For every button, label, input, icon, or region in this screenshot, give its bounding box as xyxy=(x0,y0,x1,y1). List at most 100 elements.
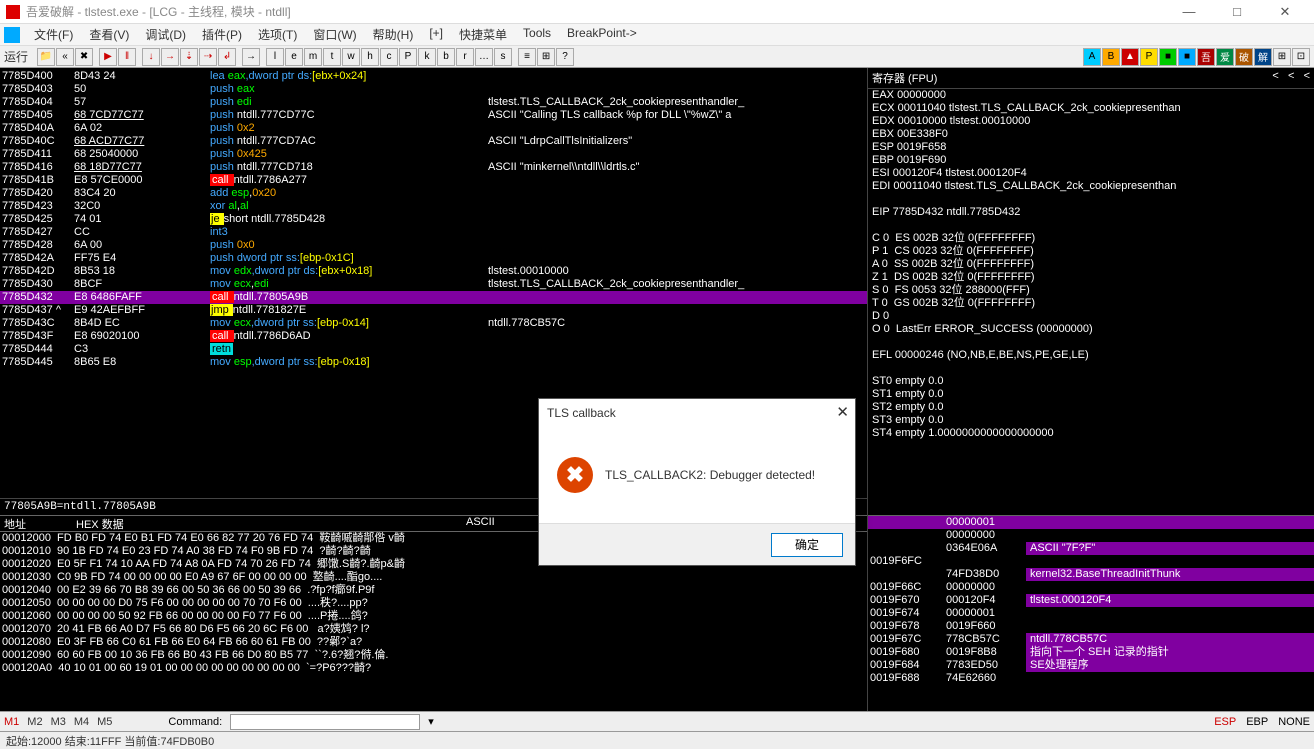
disasm-row[interactable]: 7785D432E8 6486FAFFcall ntdll.77805A9B xyxy=(0,291,867,304)
stack-row[interactable]: 0019F67400000001 xyxy=(868,607,1314,620)
menu-item[interactable]: 帮助(H) xyxy=(365,24,422,45)
hex-row[interactable]: 00012090 60 60 FB 00 10 36 FB 66 B0 43 F… xyxy=(0,649,867,662)
tool-h[interactable]: h xyxy=(361,48,379,66)
register-line[interactable]: ST3 empty 0.0 xyxy=(868,414,1314,427)
tool-p[interactable]: P xyxy=(399,48,417,66)
menu-item[interactable]: 选项(T) xyxy=(250,24,305,45)
tool-trace-over-icon[interactable]: ⇢ xyxy=(199,48,217,66)
stack-row[interactable]: 0019F6800019F8B8指向下一个 SEH 记录的指针 xyxy=(868,646,1314,659)
tool-step-over-icon[interactable]: → xyxy=(161,48,179,66)
tool-m[interactable]: m xyxy=(304,48,322,66)
tool-list-icon[interactable]: ≡ xyxy=(518,48,536,66)
register-line[interactable]: EDI 00011040 tlstest.TLS_CALLBACK_2ck_co… xyxy=(868,180,1314,193)
disasm-row[interactable]: 7785D41BE8 57CE0000call ntdll.7786A277 xyxy=(0,174,867,187)
hex-row[interactable]: 00012070 20 41 FB 66 A0 D7 F5 66 80 D6 F… xyxy=(0,623,867,636)
register-line[interactable]: EBX 00E338F0 xyxy=(868,128,1314,141)
stack-pane[interactable]: 00000001000000000364E06AASCII "7F?F"0019… xyxy=(868,515,1314,711)
disasm-row[interactable]: 7785D42574 01je short ntdll.7785D428 xyxy=(0,213,867,226)
dialog-ok-button[interactable]: 确定 xyxy=(771,533,843,557)
tool-dots[interactable]: … xyxy=(475,48,493,66)
tool-view-icon[interactable]: ⊞ xyxy=(537,48,555,66)
ext-e-icon[interactable]: ■ xyxy=(1159,48,1177,66)
ext-g-icon[interactable]: 吾 xyxy=(1197,48,1215,66)
tool-s[interactable]: s xyxy=(494,48,512,66)
disasm-row[interactable]: 7785D42D8B53 18mov edx,dword ptr ds:[ebx… xyxy=(0,265,867,278)
register-line[interactable]: ST2 empty 0.0 xyxy=(868,401,1314,414)
hex-row[interactable]: 00012080 E0 3F FB 66 C0 61 FB 66 E0 64 F… xyxy=(0,636,867,649)
ebp-label[interactable]: EBP xyxy=(1246,716,1268,728)
disasm-row[interactable]: 7785D42AFF75 E4push dword ptr ss:[ebp-0x… xyxy=(0,252,867,265)
menu-item[interactable]: 文件(F) xyxy=(26,24,81,45)
esp-label[interactable]: ESP xyxy=(1214,716,1236,728)
tool-l[interactable]: l xyxy=(266,48,284,66)
register-line[interactable] xyxy=(868,219,1314,232)
register-line[interactable]: ECX 00011040 tlstest.TLS_CALLBACK_2ck_co… xyxy=(868,102,1314,115)
menu-item[interactable]: 插件(P) xyxy=(194,24,250,45)
hex-row[interactable]: 00012030 C0 9B FD 74 00 00 00 00 E0 A9 6… xyxy=(0,571,867,584)
register-line[interactable]: A 0 SS 002B 32位 0(FFFFFFFF) xyxy=(868,258,1314,271)
stack-row[interactable]: 0019F6FC xyxy=(868,555,1314,568)
stack-row[interactable]: 0019F6780019F660 xyxy=(868,620,1314,633)
register-line[interactable]: EIP 7785D432 ntdll.7785D432 xyxy=(868,206,1314,219)
disasm-row[interactable]: 7785D40A6A 02push 0x2 xyxy=(0,122,867,135)
disasm-row[interactable]: 7785D444C3retn xyxy=(0,343,867,356)
none-label[interactable]: NONE xyxy=(1278,716,1310,728)
ext-f-icon[interactable]: ■ xyxy=(1178,48,1196,66)
m4-label[interactable]: M4 xyxy=(74,716,89,728)
tool-ret-icon[interactable]: ↲ xyxy=(218,48,236,66)
ext-j-icon[interactable]: 解 xyxy=(1254,48,1272,66)
registers-pane[interactable]: 寄存器 (FPU) < < < EAX 00000000ECX 00011040… xyxy=(868,68,1314,515)
disasm-row[interactable]: 7785D4458B65 E8mov esp,dword ptr ss:[ebp… xyxy=(0,356,867,369)
disasm-row[interactable]: 7785D40457push editlstest.TLS_CALLBACK_2… xyxy=(0,96,867,109)
register-line[interactable]: ST0 empty 0.0 xyxy=(868,375,1314,388)
tool-goto-icon[interactable]: → xyxy=(242,48,260,66)
ext-a-icon[interactable]: A xyxy=(1083,48,1101,66)
menu-item[interactable]: BreakPoint-> xyxy=(559,24,645,45)
menu-item[interactable]: 查看(V) xyxy=(81,24,137,45)
register-line[interactable]: T 0 GS 002B 32位 0(FFFFFFFF) xyxy=(868,297,1314,310)
disasm-row[interactable]: 7785D4008D43 24lea eax,dword ptr ds:[ebx… xyxy=(0,70,867,83)
tool-e[interactable]: e xyxy=(285,48,303,66)
register-line[interactable] xyxy=(868,193,1314,206)
register-line[interactable]: ESI 000120F4 tlstest.000120F4 xyxy=(868,167,1314,180)
ext-b-icon[interactable]: B xyxy=(1102,48,1120,66)
menu-item[interactable]: 快捷菜单 xyxy=(451,24,515,45)
tool-k[interactable]: k xyxy=(418,48,436,66)
command-input[interactable] xyxy=(230,714,420,730)
menu-item[interactable]: 调试(D) xyxy=(137,24,194,45)
menu-item[interactable]: [+] xyxy=(421,24,451,45)
tool-trace-into-icon[interactable]: ⇣ xyxy=(180,48,198,66)
stack-row[interactable]: 74FD38D0kernel32.BaseThreadInitThunk xyxy=(868,568,1314,581)
m2-label[interactable]: M2 xyxy=(27,716,42,728)
menu-item[interactable]: Tools xyxy=(515,24,559,45)
tool-stop-icon[interactable]: ✖ xyxy=(75,48,93,66)
ext-k-icon[interactable]: ⊞ xyxy=(1273,48,1291,66)
register-line[interactable]: C 0 ES 002B 32位 0(FFFFFFFF) xyxy=(868,232,1314,245)
stack-row[interactable]: 00000000 xyxy=(868,529,1314,542)
stack-row[interactable]: 00000001 xyxy=(868,516,1314,529)
tool-c[interactable]: c xyxy=(380,48,398,66)
disasm-row[interactable]: 7785D40568 7CD77C77push ntdll.777CD77CAS… xyxy=(0,109,867,122)
stack-row[interactable]: 0019F670000120F4tlstest.000120F4 xyxy=(868,594,1314,607)
stack-row[interactable]: 0019F68874E62660 xyxy=(868,672,1314,685)
m3-label[interactable]: M3 xyxy=(51,716,66,728)
hex-row[interactable]: 00012050 00 00 00 00 D0 75 F6 00 00 00 0… xyxy=(0,597,867,610)
hex-row[interactable]: 000120A0 40 10 01 00 60 19 01 00 00 00 0… xyxy=(0,662,867,675)
disasm-row[interactable]: 7785D42332C0xor al,al xyxy=(0,200,867,213)
tool-t[interactable]: t xyxy=(323,48,341,66)
register-line[interactable]: S 0 FS 0053 32位 288000(FFF) xyxy=(868,284,1314,297)
stack-row[interactable]: 0019F6847783ED50SE处理程序 xyxy=(868,659,1314,672)
register-line[interactable]: EBP 0019F690 xyxy=(868,154,1314,167)
disasm-row[interactable]: 7785D4308BCFmov ecx,editlstest.TLS_CALLB… xyxy=(0,278,867,291)
tool-pause-icon[interactable]: ‖ xyxy=(118,48,136,66)
tool-rewind-icon[interactable]: « xyxy=(56,48,74,66)
disasm-row[interactable]: 7785D437 ^E9 42AEFBFFjmp ntdll.7781827E xyxy=(0,304,867,317)
hex-row[interactable]: 00012060 00 00 00 00 50 92 FB 66 00 00 0… xyxy=(0,610,867,623)
register-line[interactable]: D 0 xyxy=(868,310,1314,323)
m5-label[interactable]: M5 xyxy=(97,716,112,728)
tool-r[interactable]: r xyxy=(456,48,474,66)
register-line[interactable] xyxy=(868,336,1314,349)
disasm-row[interactable]: 7785D41168 25040000push 0x425 xyxy=(0,148,867,161)
ext-h-icon[interactable]: 爱 xyxy=(1216,48,1234,66)
hex-row[interactable]: 00012040 00 E2 39 66 70 B8 39 66 00 50 3… xyxy=(0,584,867,597)
